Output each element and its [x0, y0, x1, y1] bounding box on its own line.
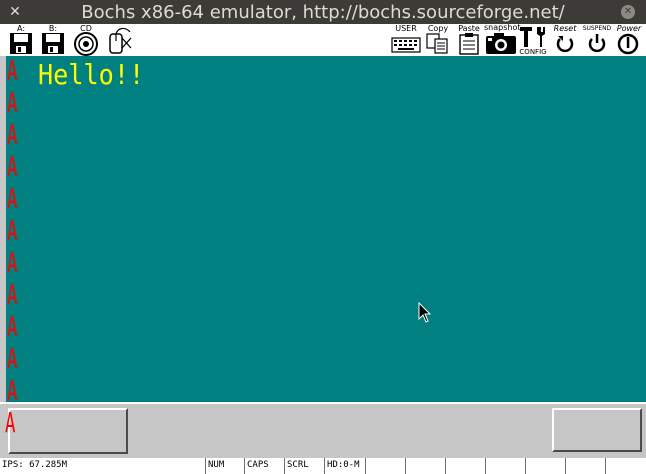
- screen-char: A: [7, 278, 18, 311]
- copy-icon: [426, 33, 448, 54]
- maximize-window-button[interactable]: ✕: [621, 5, 635, 19]
- close-x-icon: ✕: [623, 6, 633, 17]
- window-titlebar: ✕ Bochs x86-64 emulator, http://bochs.so…: [0, 0, 646, 24]
- suspend-icon: [588, 34, 606, 53]
- paste-button[interactable]: Paste: [454, 24, 484, 56]
- screen-char: A: [7, 150, 18, 183]
- reset-button[interactable]: Reset: [550, 24, 580, 56]
- right-panel-button[interactable]: [552, 408, 642, 452]
- cd-disc-icon: [74, 32, 98, 56]
- power-icon: [617, 33, 639, 55]
- bottom-screen-char: A: [5, 406, 16, 439]
- screen-char: A: [7, 118, 18, 151]
- floppy-b-button[interactable]: B:: [38, 24, 68, 56]
- keyboard-icon: [391, 37, 421, 53]
- ips-status: IPS: 67.285M: [2, 460, 68, 470]
- char-column: A A A A A A A A A A A: [7, 56, 23, 402]
- screen-char: A: [7, 246, 18, 279]
- screen-char: A: [7, 342, 18, 375]
- status-divider: [284, 458, 285, 474]
- status-bar: IPS: 67.285M NUM CAPS SCRL HD:0-M: [0, 458, 646, 474]
- status-divider: [365, 458, 366, 474]
- floppy-disk-icon: [10, 33, 32, 54]
- status-divider: [525, 458, 526, 474]
- clipboard-icon: [459, 33, 479, 55]
- copy-button[interactable]: Copy: [424, 24, 452, 56]
- screen-char: A: [7, 374, 18, 403]
- floppy-disk-icon: [42, 33, 64, 54]
- caps-lock-indicator: CAPS: [247, 460, 269, 470]
- screen-char: A: [7, 182, 18, 215]
- left-panel-button[interactable]: [8, 408, 128, 454]
- mouse-pointer-icon: [418, 302, 432, 323]
- status-divider: [485, 458, 486, 474]
- vga-display[interactable]: A A A A A A A A A A A Hello!!: [6, 56, 646, 402]
- camera-icon: [486, 33, 516, 54]
- snapshot-button[interactable]: snapshot: [484, 23, 521, 56]
- hello-text: Hello!!: [38, 58, 145, 91]
- bochs-toolbar: A: B: CD USER Copy Paste snapshot CONFIG…: [0, 23, 646, 56]
- status-divider: [205, 458, 206, 474]
- window-title: Bochs x86-64 emulator, http://bochs.sour…: [81, 2, 565, 23]
- scroll-lock-indicator: SCRL: [287, 460, 309, 470]
- suspend-button[interactable]: SUSPEND: [580, 24, 614, 56]
- status-divider: [445, 458, 446, 474]
- screen-char: A: [7, 310, 18, 343]
- status-divider: [565, 458, 566, 474]
- floppy-a-button[interactable]: A:: [6, 24, 36, 56]
- status-divider: [244, 458, 245, 474]
- user-button[interactable]: USER: [390, 24, 422, 56]
- hard-disk-indicator: HD:0-M: [327, 460, 360, 470]
- mouse-capture-button[interactable]: [104, 24, 134, 56]
- cdrom-button[interactable]: CD: [70, 24, 102, 56]
- reset-icon: [556, 36, 574, 53]
- config-button[interactable]: CONFIG: [518, 24, 548, 56]
- mouse-icon: [109, 27, 132, 54]
- num-lock-indicator: NUM: [208, 460, 225, 470]
- screen-char: A: [7, 214, 18, 247]
- status-divider: [605, 458, 606, 474]
- screen-char: A: [7, 56, 18, 87]
- screen-char: A: [7, 86, 18, 119]
- config-label: CONFIG: [519, 48, 547, 56]
- status-divider: [324, 458, 325, 474]
- power-button[interactable]: Power: [614, 24, 644, 56]
- status-divider: [405, 458, 406, 474]
- lower-panel: A: [0, 404, 646, 458]
